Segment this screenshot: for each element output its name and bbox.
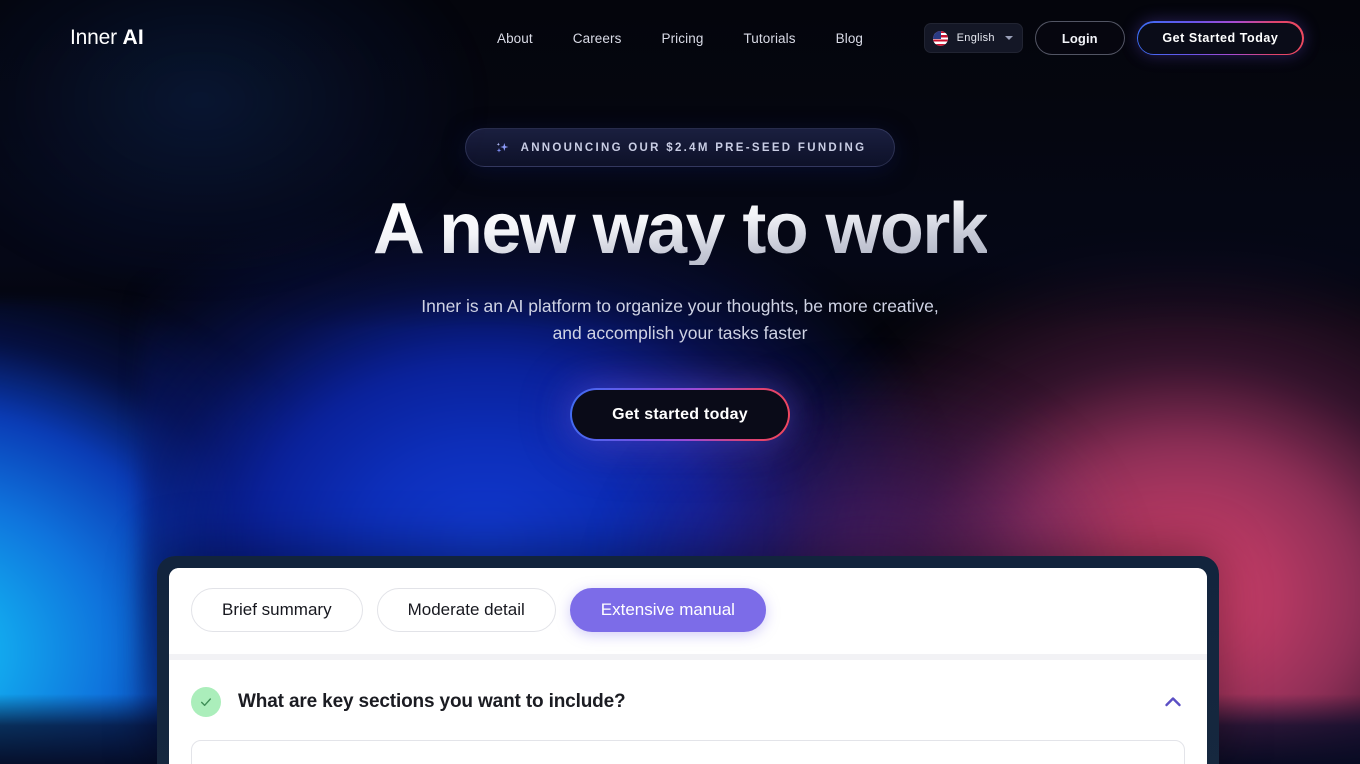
- chevron-up-icon[interactable]: [1161, 690, 1185, 714]
- header-actions: English Login Get Started Today: [923, 20, 1304, 56]
- brand-logo-bold: AI: [122, 26, 144, 49]
- nav-item-careers[interactable]: Careers: [573, 31, 622, 46]
- hero-subtitle: Inner is an AI platform to organize your…: [421, 293, 939, 346]
- hero-get-started-button[interactable]: Get started today: [570, 388, 790, 442]
- nav-item-tutorials[interactable]: Tutorials: [743, 31, 795, 46]
- get-started-today-label: Get Started Today: [1138, 22, 1303, 54]
- accordion-row-key-sections[interactable]: What are key sections you want to includ…: [191, 678, 1185, 726]
- hero-subtitle-line-2: and accomplish your tasks faster: [552, 322, 808, 343]
- app-preview-screen: Brief summary Moderate detail Extensive …: [169, 568, 1207, 764]
- language-selector[interactable]: English: [923, 23, 1023, 53]
- announcement-banner[interactable]: ANNOUNCING OUR $2.4M PRE-SEED FUNDING: [464, 128, 896, 167]
- nav-item-blog[interactable]: Blog: [836, 31, 863, 46]
- chevron-down-icon: [1004, 36, 1013, 40]
- site-header: Inner AI About Careers Pricing Tutorials…: [0, 0, 1360, 76]
- nav-item-about[interactable]: About: [497, 31, 533, 46]
- tab-extensive-manual[interactable]: Extensive manual: [569, 588, 766, 632]
- announcement-text: ANNOUNCING OUR $2.4M PRE-SEED FUNDING: [520, 141, 867, 154]
- get-started-today-button[interactable]: Get Started Today: [1136, 20, 1304, 56]
- check-icon: [191, 687, 221, 717]
- detail-level-tabs: Brief summary Moderate detail Extensive …: [191, 588, 1185, 632]
- tab-moderate-detail[interactable]: Moderate detail: [376, 588, 556, 632]
- us-flag-icon: [932, 30, 948, 46]
- brand-logo[interactable]: Inner AI: [70, 26, 144, 50]
- app-preview-device: Brief summary Moderate detail Extensive …: [157, 556, 1219, 764]
- language-label: English: [956, 32, 995, 44]
- accordion-question-text: What are key sections you want to includ…: [238, 691, 626, 712]
- hero-headline: A new way to work: [372, 189, 989, 269]
- nav-item-pricing[interactable]: Pricing: [661, 31, 703, 46]
- detail-level-panel: Brief summary Moderate detail Extensive …: [169, 568, 1207, 654]
- hero-get-started-label: Get started today: [572, 390, 788, 440]
- page-root: Inner AI About Careers Pricing Tutorials…: [0, 0, 1360, 764]
- login-button[interactable]: Login: [1034, 21, 1125, 55]
- questions-panel: What are key sections you want to includ…: [169, 660, 1207, 764]
- key-sections-input[interactable]: [191, 740, 1185, 764]
- tab-brief-summary[interactable]: Brief summary: [191, 588, 363, 632]
- hero-subtitle-line-1: Inner is an AI platform to organize your…: [421, 296, 939, 316]
- brand-logo-light: Inner: [70, 26, 117, 49]
- sparkle-icon: [496, 142, 508, 153]
